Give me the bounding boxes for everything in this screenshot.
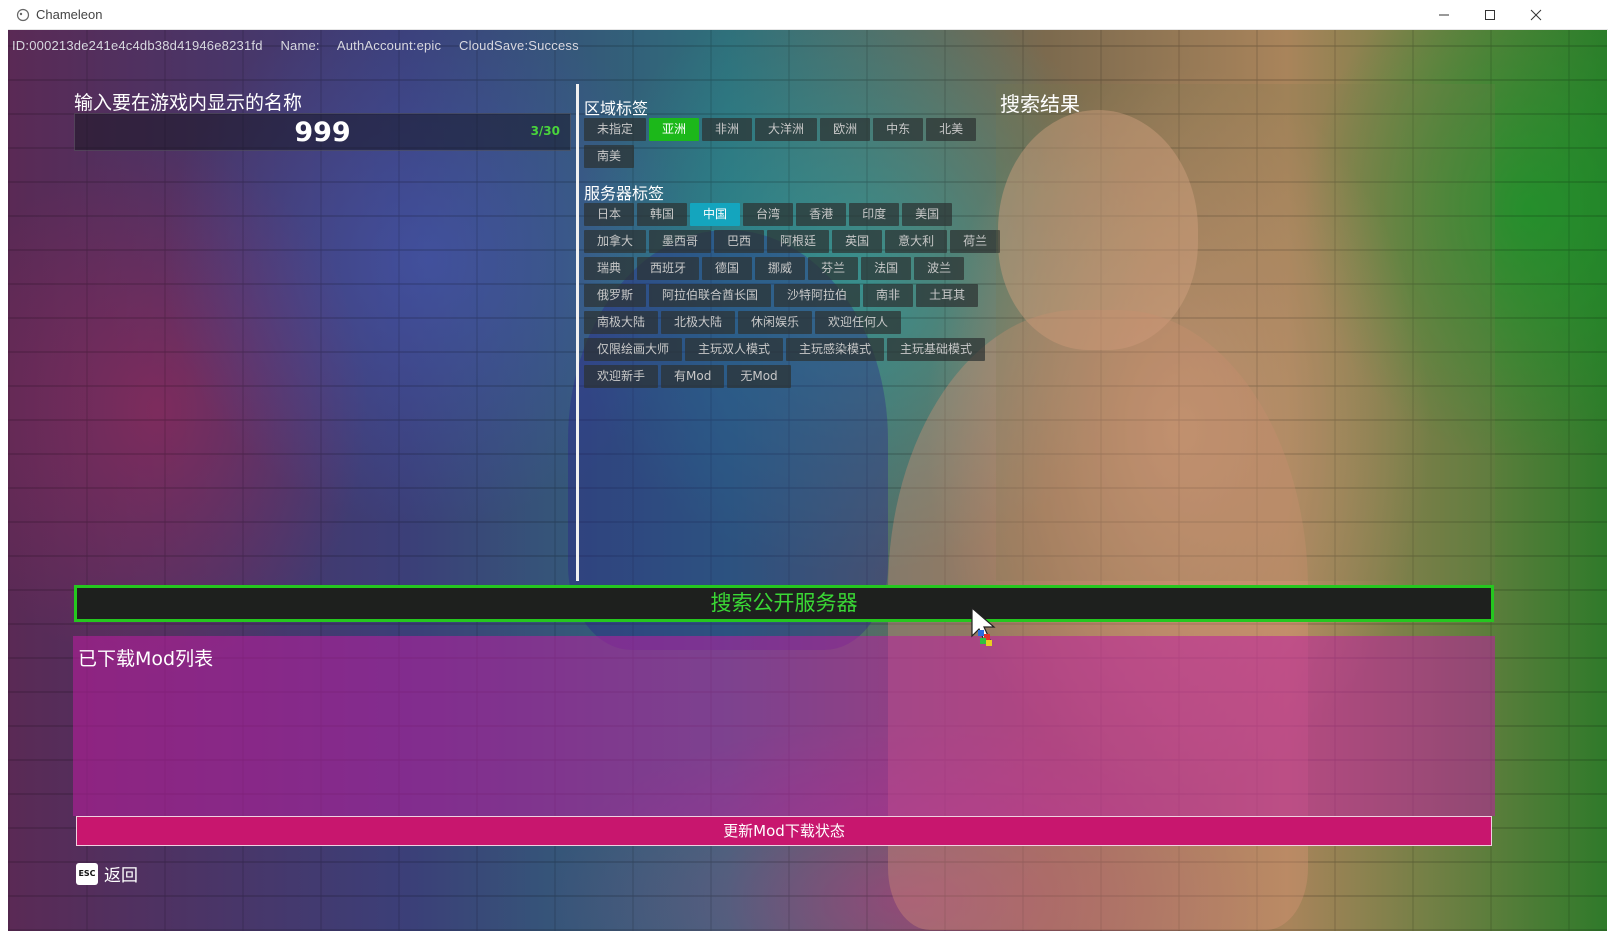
server-tag[interactable]: 芬兰 — [808, 257, 859, 280]
region-tag[interactable]: 南美 — [584, 145, 635, 168]
server-tag[interactable]: 南极大陆 — [584, 311, 659, 334]
server-tag[interactable]: 主玩基础模式 — [887, 338, 986, 361]
minimize-icon — [1439, 14, 1449, 16]
close-button[interactable] — [1513, 0, 1559, 30]
server-tag[interactable]: 休闲娱乐 — [738, 311, 813, 334]
server-tag[interactable]: 瑞典 — [584, 257, 635, 280]
window-titlebar: Chameleon — [8, 0, 1608, 30]
display-name-label: 输入要在游戏内显示的名称 — [74, 92, 303, 114]
display-name-counter: 3/30 — [530, 124, 560, 138]
auth-account: AuthAccount:epic — [336, 38, 442, 53]
server-tag[interactable]: 沙特阿拉伯 — [774, 284, 861, 307]
server-tag[interactable]: 台湾 — [743, 203, 794, 226]
server-tag[interactable]: 巴西 — [714, 230, 765, 253]
server-tag[interactable]: 荷兰 — [950, 230, 1001, 253]
server-tag[interactable]: 主玩感染模式 — [786, 338, 885, 361]
back-label: 返回 — [104, 866, 138, 886]
account-name-label: Name: — [280, 38, 320, 53]
close-icon — [1530, 9, 1542, 21]
server-tag[interactable]: 有Mod — [661, 365, 725, 388]
display-name-input[interactable] — [75, 114, 570, 150]
search-results-title: 搜索结果 — [1000, 92, 1080, 116]
region-tag[interactable]: 亚洲 — [649, 118, 700, 141]
server-tag[interactable]: 波兰 — [914, 257, 965, 280]
region-tag[interactable]: 欧洲 — [820, 118, 871, 141]
server-tag[interactable]: 韩国 — [637, 203, 688, 226]
server-tag[interactable]: 土耳其 — [916, 284, 979, 307]
server-tag[interactable]: 北极大陆 — [661, 311, 736, 334]
search-results-panel — [996, 84, 1495, 581]
server-tag[interactable]: 欢迎新手 — [584, 365, 659, 388]
server-tag[interactable]: 日本 — [584, 203, 635, 226]
server-tag[interactable]: 意大利 — [885, 230, 948, 253]
server-tags-list: 日本 韩国 中国 台湾 香港 印度 美国加拿大 墨西哥 巴西 阿根廷 英国 意大利 荷兰瑞典 西班牙 德国挪… — [584, 203, 1004, 392]
minimize-button[interactable] — [1421, 0, 1467, 30]
maximize-icon — [1485, 10, 1495, 20]
server-tag[interactable]: 主玩双人模式 — [685, 338, 784, 361]
server-tag[interactable]: 美国 — [902, 203, 953, 226]
display-name-box: 3/30 — [74, 113, 571, 151]
esc-key-icon: ESC — [76, 862, 98, 885]
status-bar: ID:000213de241e4c4db38d41946e8231fd Name… — [12, 38, 593, 53]
server-tag[interactable]: 南非 — [863, 284, 914, 307]
server-tag[interactable]: 英国 — [832, 230, 883, 253]
cloud-save-status: CloudSave:Success — [459, 38, 579, 53]
server-tag[interactable]: 西班牙 — [637, 257, 700, 280]
server-tag[interactable]: 墨西哥 — [649, 230, 712, 253]
update-mod-status-button[interactable]: 更新Mod下载状态 — [76, 816, 1492, 846]
server-tags-label: 服务器标签 — [584, 184, 665, 203]
server-tag[interactable]: 俄罗斯 — [584, 284, 647, 307]
region-tags-label: 区域标签 — [584, 99, 649, 118]
downloaded-mods-panel — [73, 636, 1495, 816]
server-tag[interactable]: 挪威 — [755, 257, 806, 280]
server-tag[interactable]: 无Mod — [727, 365, 791, 388]
server-tag[interactable]: 香港 — [796, 203, 847, 226]
server-tag[interactable]: 印度 — [849, 203, 900, 226]
region-tags-list: 未指定 亚洲 非洲 大洋洲 欧洲 中东 北美南美 — [584, 118, 1004, 172]
server-tag[interactable]: 德国 — [702, 257, 753, 280]
window-title: Chameleon — [36, 7, 103, 22]
server-tag[interactable]: 仅限绘画大师 — [584, 338, 683, 361]
chameleon-app-icon — [16, 8, 30, 22]
server-tag[interactable]: 阿拉伯联合酋长国 — [649, 284, 772, 307]
region-tag[interactable]: 北美 — [926, 118, 977, 141]
downloaded-mods-title: 已下载Mod列表 — [78, 648, 214, 670]
account-id: ID:000213de241e4c4db38d41946e8231fd — [12, 38, 263, 53]
search-public-servers-button[interactable]: 搜索公开服务器 — [74, 585, 1494, 622]
region-tag[interactable]: 未指定 — [584, 118, 647, 141]
server-tag[interactable]: 欢迎任何人 — [815, 311, 902, 334]
region-tag[interactable]: 大洋洲 — [755, 118, 818, 141]
region-tag[interactable]: 中东 — [873, 118, 924, 141]
panel-divider — [576, 84, 579, 581]
back-button[interactable]: ESC 返回 — [76, 861, 138, 886]
server-tag[interactable]: 中国 — [690, 203, 741, 226]
game-viewport: ID:000213de241e4c4db38d41946e8231fd Name… — [8, 30, 1607, 931]
server-tag[interactable]: 阿根廷 — [767, 230, 830, 253]
mouse-cursor-icon — [971, 606, 996, 646]
region-tag[interactable]: 非洲 — [702, 118, 753, 141]
maximize-button[interactable] — [1467, 0, 1513, 30]
server-tag[interactable]: 法国 — [861, 257, 912, 280]
server-tag[interactable]: 加拿大 — [584, 230, 647, 253]
